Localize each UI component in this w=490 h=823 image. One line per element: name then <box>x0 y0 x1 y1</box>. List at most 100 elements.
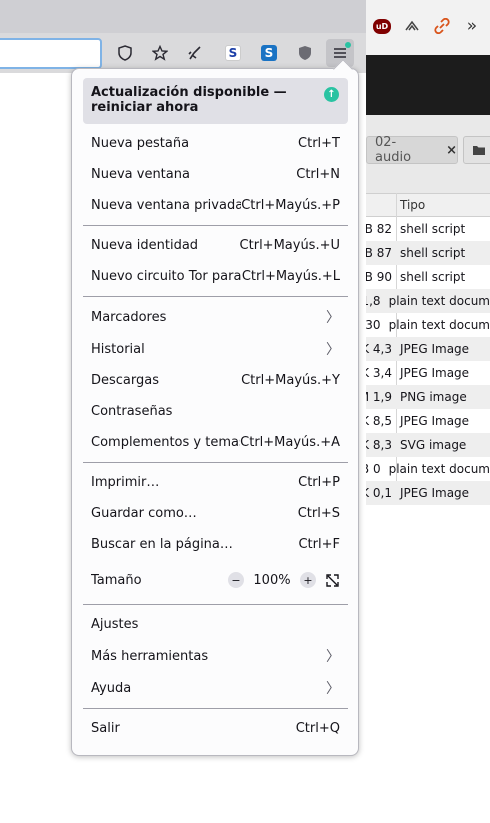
chevron-right-icon: 〉 <box>326 681 340 697</box>
menu-quit[interactable]: Salir Ctrl+Q <box>83 714 348 742</box>
menu-new-identity[interactable]: Nueva identidad Ctrl+Mayús.+U <box>83 231 348 259</box>
menu-new-window[interactable]: Nueva ventana Ctrl+N <box>83 160 348 188</box>
zoom-out-button[interactable]: − <box>228 572 244 588</box>
menu-separator <box>83 462 348 463</box>
update-badge <box>345 42 351 48</box>
background-window: uD » 02-audio × Tipo 82 Bshell script 87 … <box>366 0 490 823</box>
folder-icon <box>473 146 485 155</box>
close-icon[interactable]: × <box>446 143 457 158</box>
table-row[interactable]: 87 B shell script <box>366 241 490 265</box>
menu-history[interactable]: Historial 〉 <box>83 335 348 363</box>
file-size: 1,8 K <box>366 294 381 308</box>
zoom-controls: − 100% + <box>228 572 340 588</box>
table-row[interactable]: 1,9 M PNG image <box>366 385 490 409</box>
menu-more-tools[interactable]: Más herramientas 〉 <box>83 642 348 670</box>
tab-02-audio[interactable]: 02-audio × <box>366 135 458 165</box>
update-label: Actualización disponible — reiniciar aho… <box>91 85 287 115</box>
table-row[interactable]: 4,3 K JPEG Image <box>366 337 490 361</box>
menu-item-shortcut: Ctrl+P <box>298 474 340 490</box>
menu-separator <box>83 708 348 709</box>
table-row[interactable]: 0,1 K JPEG Image <box>366 481 490 505</box>
menu-item-shortcut: Ctrl+Mayús.+U <box>239 237 340 253</box>
menu-help[interactable]: Ayuda 〉 <box>83 674 348 702</box>
file-type: shell script <box>400 222 466 236</box>
tab-label: 02-audio <box>375 135 412 165</box>
s-blue-extension-icon[interactable]: S <box>261 45 277 61</box>
chevron-right-icon: 〉 <box>326 310 340 326</box>
menu-new-tor-circuit[interactable]: Nuevo circuito Tor para ... Ctrl+Mayús.+… <box>83 262 348 290</box>
table-row[interactable]: 8,3 K SVG image <box>366 433 490 457</box>
zoom-reset-button[interactable]: 100% <box>252 573 292 588</box>
menu-item-shortcut: Ctrl+T <box>298 135 340 151</box>
menu-item-label: Salir <box>91 720 120 736</box>
menu-item-label: Nueva ventana <box>91 166 190 182</box>
update-available-button[interactable]: Actualización disponible — reiniciar aho… <box>83 78 348 124</box>
menu-find-in-page[interactable]: Buscar en la página… Ctrl+F <box>83 530 348 558</box>
menu-item-shortcut: Ctrl+S <box>297 505 340 521</box>
extension-icon[interactable] <box>399 13 425 39</box>
file-size: 3,4 K <box>366 366 392 380</box>
table-row[interactable]: 8,5 K JPEG Image <box>366 409 490 433</box>
column-type[interactable]: Tipo <box>400 198 425 212</box>
menu-item-label: Nueva identidad <box>91 237 199 253</box>
menu-item-label: Contraseñas <box>91 403 173 419</box>
folder-tab[interactable] <box>463 136 490 164</box>
table-row[interactable]: 30 B plain text docum <box>366 313 490 337</box>
ublock-icon[interactable]: uD <box>369 13 395 39</box>
table-row[interactable]: 0 B plain text docum <box>366 457 490 481</box>
menu-item-label: Descargas <box>91 372 160 388</box>
shield-icon[interactable] <box>111 39 139 67</box>
menu-zoom-row: Tamaño − 100% + <box>83 566 348 594</box>
broom-icon[interactable] <box>181 39 209 67</box>
chevron-right-icon: 〉 <box>326 649 340 665</box>
table-row[interactable]: 3,4 K JPEG Image <box>366 361 490 385</box>
star-icon[interactable] <box>146 39 174 67</box>
menu-downloads[interactable]: Descargas Ctrl+Mayús.+Y <box>83 366 348 394</box>
menu-item-label: Imprimir… <box>91 474 160 490</box>
file-size: 87 B <box>366 246 392 260</box>
menu-separator <box>83 296 348 297</box>
file-type: PNG image <box>400 390 467 404</box>
s-extension-icon[interactable]: S <box>225 45 241 61</box>
link-extension-icon[interactable] <box>429 13 455 39</box>
table-row[interactable]: 90 B shell script <box>366 265 490 289</box>
menu-item-shortcut: Ctrl+Q <box>295 720 340 736</box>
table-row[interactable]: 1,8 K plain text docum <box>366 289 490 313</box>
menu-item-shortcut: Ctrl+Mayús.+A <box>240 434 340 450</box>
url-bar[interactable] <box>0 38 102 69</box>
file-type: JPEG Image <box>400 414 470 428</box>
menu-item-label: Ajustes <box>91 616 139 632</box>
menu-item-label: Tamaño <box>91 572 142 588</box>
menu-item-label: Complementos y temas <box>91 434 241 450</box>
menu-new-private-window[interactable]: Nueva ventana privada Ctrl+Mayús.+P <box>83 191 348 219</box>
file-size: 4,3 K <box>366 342 392 356</box>
menu-new-tab[interactable]: Nueva pestaña Ctrl+T <box>83 129 348 157</box>
menu-passwords[interactable]: Contraseñas <box>83 397 348 425</box>
menu-print[interactable]: Imprimir… Ctrl+P <box>83 468 348 496</box>
menu-addons-themes[interactable]: Complementos y temas Ctrl+Mayús.+A <box>83 428 348 456</box>
column-header: Tipo <box>366 193 490 217</box>
menu-item-label: Historial <box>91 341 145 357</box>
menu-bookmarks[interactable]: Marcadores 〉 <box>83 303 348 331</box>
fullscreen-icon[interactable] <box>324 572 340 588</box>
file-size: 8,5 K <box>366 414 392 428</box>
zoom-in-button[interactable]: + <box>300 572 316 588</box>
arrow-up-icon: ↑ <box>324 87 339 102</box>
menu-separator <box>83 225 348 226</box>
menu-item-shortcut: Ctrl+Mayús.+Y <box>241 372 340 388</box>
menu-item-label: Ayuda <box>91 680 132 696</box>
ublock-gray-icon[interactable] <box>291 39 319 67</box>
menu-item-label: Nueva pestaña <box>91 135 190 151</box>
overflow-chevron-icon[interactable]: » <box>459 13 485 39</box>
file-type: shell script <box>400 270 466 284</box>
chevron-right-icon: 〉 <box>326 342 340 358</box>
menu-item-label: Nuevo circuito Tor para ... <box>91 268 242 284</box>
table-row[interactable]: 82 B shell script <box>366 217 490 241</box>
menu-save-as[interactable]: Guardar como… Ctrl+S <box>83 499 348 527</box>
menu-item-label: Buscar en la página… <box>91 536 233 552</box>
file-type: plain text docum <box>388 462 490 476</box>
menu-item-label: Guardar como… <box>91 505 197 521</box>
tab-strip <box>0 0 366 33</box>
file-type: plain text docum <box>388 294 490 308</box>
menu-settings[interactable]: Ajustes <box>83 610 348 638</box>
